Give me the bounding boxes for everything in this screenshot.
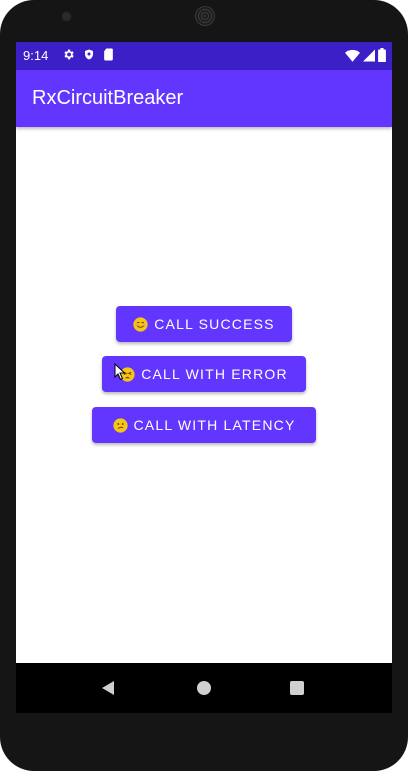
app-bar: RxCircuitBreaker xyxy=(16,70,392,127)
phone-screen: 9:14 RxCircuitBreaker CALL SUCCESS CALL … xyxy=(16,42,392,663)
status-bar: 9:14 xyxy=(16,42,392,70)
recents-icon[interactable] xyxy=(290,681,304,695)
signal-icon xyxy=(363,49,375,65)
shield-icon xyxy=(83,48,95,64)
call-success-button[interactable]: CALL SUCCESS xyxy=(116,306,292,342)
sim-card-icon xyxy=(103,48,114,64)
smiling-face-icon xyxy=(133,316,148,332)
gear-icon xyxy=(62,48,75,64)
call-with-latency-label: CALL WITH LATENCY xyxy=(133,417,296,433)
phone-device-frame: 9:14 RxCircuitBreaker CALL SUCCESS CALL … xyxy=(0,0,408,771)
call-with-latency-button[interactable]: CALL WITH LATENCY xyxy=(92,407,316,443)
status-icons-left xyxy=(62,48,114,64)
wifi-icon xyxy=(345,49,360,65)
call-with-error-label: CALL WITH ERROR xyxy=(141,366,288,382)
confused-face-icon xyxy=(112,417,128,433)
home-icon[interactable] xyxy=(197,681,211,695)
status-time: 9:14 xyxy=(23,48,49,63)
call-with-error-button[interactable]: CALL WITH ERROR xyxy=(102,356,306,392)
status-icons-right xyxy=(345,48,386,65)
battery-icon xyxy=(378,48,386,65)
page-title: RxCircuitBreaker xyxy=(32,87,184,109)
navigation-bar xyxy=(16,663,392,713)
back-icon[interactable] xyxy=(100,680,116,701)
speaker-icon xyxy=(195,6,215,26)
camera-icon xyxy=(61,11,72,22)
mouse-cursor-icon xyxy=(114,362,126,386)
call-success-label: CALL SUCCESS xyxy=(154,316,275,332)
